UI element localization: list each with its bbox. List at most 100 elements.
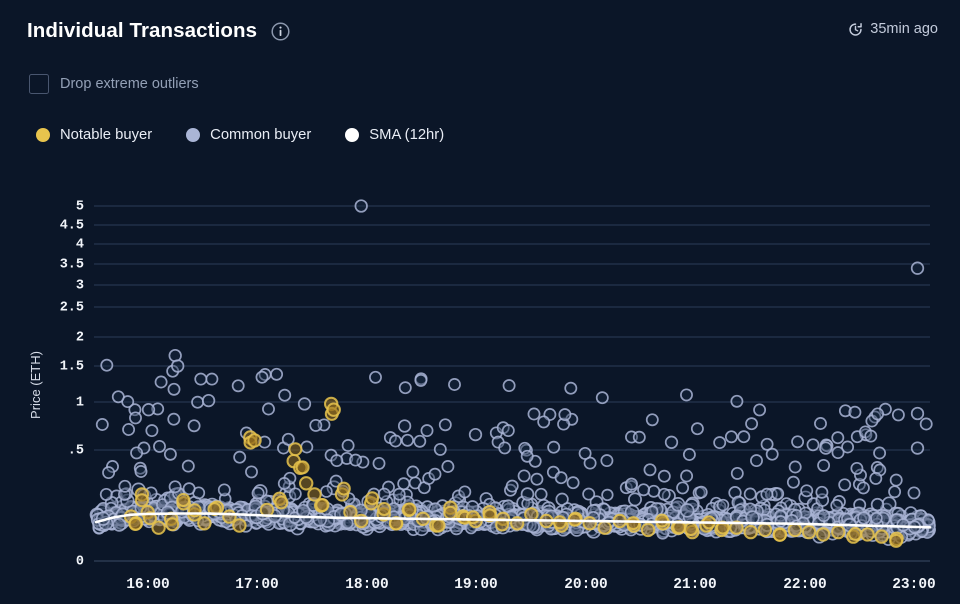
data-point[interactable] — [774, 515, 788, 528]
data-point[interactable] — [919, 417, 933, 431]
data-point[interactable] — [753, 403, 767, 417]
data-point[interactable] — [466, 510, 480, 525]
data-point[interactable] — [595, 391, 609, 405]
data-point[interactable] — [205, 372, 219, 386]
data-point[interactable] — [369, 370, 382, 384]
data-point[interactable] — [772, 527, 787, 542]
data-point[interactable] — [626, 516, 641, 531]
data-point[interactable] — [312, 512, 328, 527]
data-point[interactable] — [871, 407, 885, 421]
data-point[interactable] — [856, 481, 870, 495]
data-point[interactable] — [566, 476, 580, 490]
data-point[interactable] — [907, 486, 921, 500]
data-point[interactable] — [222, 509, 237, 524]
data-point[interactable] — [888, 485, 902, 499]
data-point[interactable] — [750, 454, 763, 468]
data-point[interactable] — [771, 487, 785, 501]
data-point[interactable] — [597, 520, 612, 535]
data-point[interactable] — [655, 513, 669, 528]
data-point[interactable] — [889, 533, 904, 548]
data-point[interactable] — [676, 481, 690, 495]
data-point[interactable] — [800, 484, 814, 498]
data-point[interactable] — [163, 447, 177, 461]
data-point[interactable] — [547, 440, 561, 454]
data-point[interactable] — [830, 499, 844, 512]
data-point[interactable] — [870, 511, 883, 525]
data-point[interactable] — [505, 479, 519, 493]
data-point[interactable] — [401, 433, 414, 447]
data-point[interactable] — [664, 435, 679, 449]
data-point[interactable] — [831, 524, 846, 540]
data-point[interactable] — [428, 467, 442, 481]
data-point[interactable] — [870, 497, 885, 512]
data-point[interactable] — [320, 485, 333, 498]
data-point[interactable] — [118, 479, 132, 493]
data-point[interactable] — [527, 407, 541, 421]
data-point[interactable] — [441, 460, 455, 473]
data-point[interactable] — [554, 471, 568, 485]
data-point[interactable] — [848, 405, 862, 419]
data-point[interactable] — [600, 454, 614, 468]
data-point[interactable] — [232, 518, 247, 533]
data-point[interactable] — [860, 527, 875, 542]
data-point[interactable] — [910, 261, 925, 275]
data-point[interactable] — [680, 388, 693, 402]
data-point[interactable] — [910, 406, 925, 421]
data-point[interactable] — [233, 450, 247, 464]
data-point[interactable] — [377, 487, 391, 501]
data-point[interactable] — [95, 418, 109, 431]
legend-item-common-buyer[interactable]: Common buyer — [186, 127, 311, 143]
data-point[interactable] — [448, 378, 461, 391]
data-point[interactable] — [838, 478, 852, 492]
data-point[interactable] — [397, 419, 412, 433]
data-point[interactable] — [191, 395, 205, 409]
data-point[interactable] — [330, 454, 344, 468]
data-point[interactable] — [814, 417, 827, 430]
data-point[interactable] — [134, 465, 148, 478]
data-point[interactable] — [857, 511, 871, 525]
data-point[interactable] — [788, 460, 802, 474]
data-point[interactable] — [690, 422, 704, 436]
data-point[interactable] — [679, 503, 695, 518]
data-point[interactable] — [647, 484, 661, 498]
data-point[interactable] — [354, 199, 368, 213]
data-point[interactable] — [864, 429, 878, 443]
data-point[interactable] — [534, 487, 548, 501]
data-point[interactable] — [354, 513, 369, 529]
data-point[interactable] — [262, 402, 275, 416]
data-point[interactable] — [326, 402, 341, 417]
data-point[interactable] — [129, 411, 142, 425]
data-point[interactable] — [517, 469, 531, 483]
data-point[interactable] — [153, 439, 166, 453]
data-point[interactable] — [498, 441, 512, 455]
data-point[interactable] — [255, 370, 269, 384]
data-point[interactable] — [564, 381, 578, 395]
data-point[interactable] — [694, 485, 708, 499]
data-point[interactable] — [716, 498, 730, 512]
data-point[interactable] — [819, 441, 833, 455]
data-point[interactable] — [632, 430, 646, 444]
data-point[interactable] — [197, 516, 212, 531]
data-point[interactable] — [817, 458, 831, 472]
data-point[interactable] — [889, 473, 903, 487]
data-point[interactable] — [680, 469, 694, 483]
data-point[interactable] — [245, 465, 258, 479]
data-point[interactable] — [201, 393, 216, 408]
data-point[interactable] — [151, 520, 166, 535]
data-point[interactable] — [801, 524, 817, 540]
data-point[interactable] — [786, 475, 800, 489]
drop-outliers-checkbox[interactable] — [29, 74, 49, 94]
data-point[interactable] — [848, 526, 863, 541]
data-point[interactable] — [141, 403, 156, 417]
plot-svg[interactable]: 54.543.532.521.51.50 16:00 17:00 18:00 19:0… — [0, 160, 960, 604]
data-point[interactable] — [787, 522, 803, 538]
data-point[interactable] — [300, 440, 314, 454]
data-point[interactable] — [745, 417, 759, 431]
data-point[interactable] — [288, 442, 303, 457]
data-point[interactable] — [168, 480, 182, 494]
data-point[interactable] — [145, 424, 159, 438]
data-point[interactable] — [657, 487, 671, 501]
data-point[interactable] — [743, 487, 757, 501]
data-point[interactable] — [891, 408, 905, 422]
data-point[interactable] — [520, 487, 535, 501]
